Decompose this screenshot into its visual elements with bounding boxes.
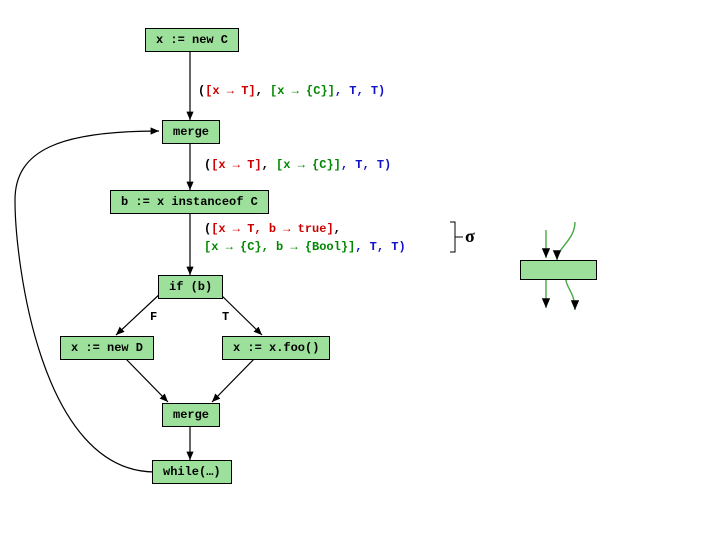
edge-label-true: T (222, 310, 229, 324)
node-if-b: if (b) (158, 275, 223, 299)
flowchart-canvas: x := new C merge b := x instanceof C if … (0, 0, 720, 540)
sigma-label: σ (465, 226, 475, 247)
node-while: while(…) (152, 460, 232, 484)
node-instanceof: b := x instanceof C (110, 190, 269, 214)
state-annotation-3-line2: [x → {C}, b → {Bool}], T, T) (204, 240, 406, 254)
node-x-new-c: x := new C (145, 28, 239, 52)
node-merge-2: merge (162, 403, 220, 427)
node-x-foo: x := x.foo() (222, 336, 330, 360)
state-annotation-1: ([x → T], [x → {C}], T, T) (198, 84, 385, 98)
node-merge-1: merge (162, 120, 220, 144)
node-x-new-d: x := new D (60, 336, 154, 360)
side-mini-node (520, 260, 597, 280)
state-annotation-3-line1: ([x → T, b → true], (204, 222, 341, 236)
edges-layer (0, 0, 720, 540)
state-annotation-2: ([x → T], [x → {C}], T, T) (204, 158, 391, 172)
edge-label-false: F (150, 310, 157, 324)
